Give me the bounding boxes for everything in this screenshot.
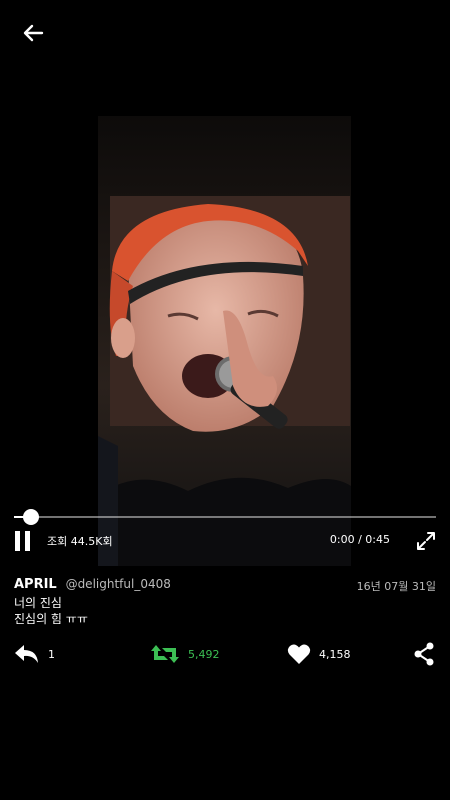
tweet-text-line: 너의 진심 xyxy=(14,596,62,610)
share-button[interactable] xyxy=(413,641,435,667)
action-bar: 1 5,492 4,158 xyxy=(14,641,436,667)
video-frame[interactable] xyxy=(98,116,351,566)
like-button[interactable]: 4,158 xyxy=(287,641,351,667)
retweet-button[interactable]: 5,492 xyxy=(150,641,220,667)
tweet-date: 16년 07월 31일 xyxy=(356,580,436,593)
progress-thumb[interactable] xyxy=(22,509,39,525)
video-progress-bar[interactable] xyxy=(14,508,436,526)
retweet-count: 5,492 xyxy=(188,647,220,661)
heart-icon xyxy=(287,644,311,664)
tweet-text: 너의 진심 진심의 힘 ㅠㅠ xyxy=(14,595,88,627)
video-time: 0:00 / 0:45 xyxy=(329,533,390,546)
progress-track xyxy=(14,516,436,518)
author-handle[interactable]: @delightful_0408 xyxy=(66,577,171,591)
fullscreen-icon[interactable] xyxy=(416,531,436,551)
tweet-text-line: 진심의 힘 ㅠㅠ xyxy=(14,612,88,626)
back-arrow-icon[interactable] xyxy=(18,18,48,48)
author-name[interactable]: APRIL xyxy=(14,577,57,592)
share-icon xyxy=(414,642,434,666)
pause-icon[interactable] xyxy=(14,530,32,552)
retweet-icon xyxy=(151,645,179,663)
tweet-meta: APRIL @delightful_0408 16년 07월 31일 xyxy=(14,577,436,593)
reply-icon xyxy=(15,645,38,663)
reply-button[interactable]: 1 xyxy=(14,641,55,667)
view-count: 조회 44.5K회 xyxy=(47,535,113,548)
like-count: 4,158 xyxy=(319,647,351,661)
reply-count: 1 xyxy=(48,647,55,661)
